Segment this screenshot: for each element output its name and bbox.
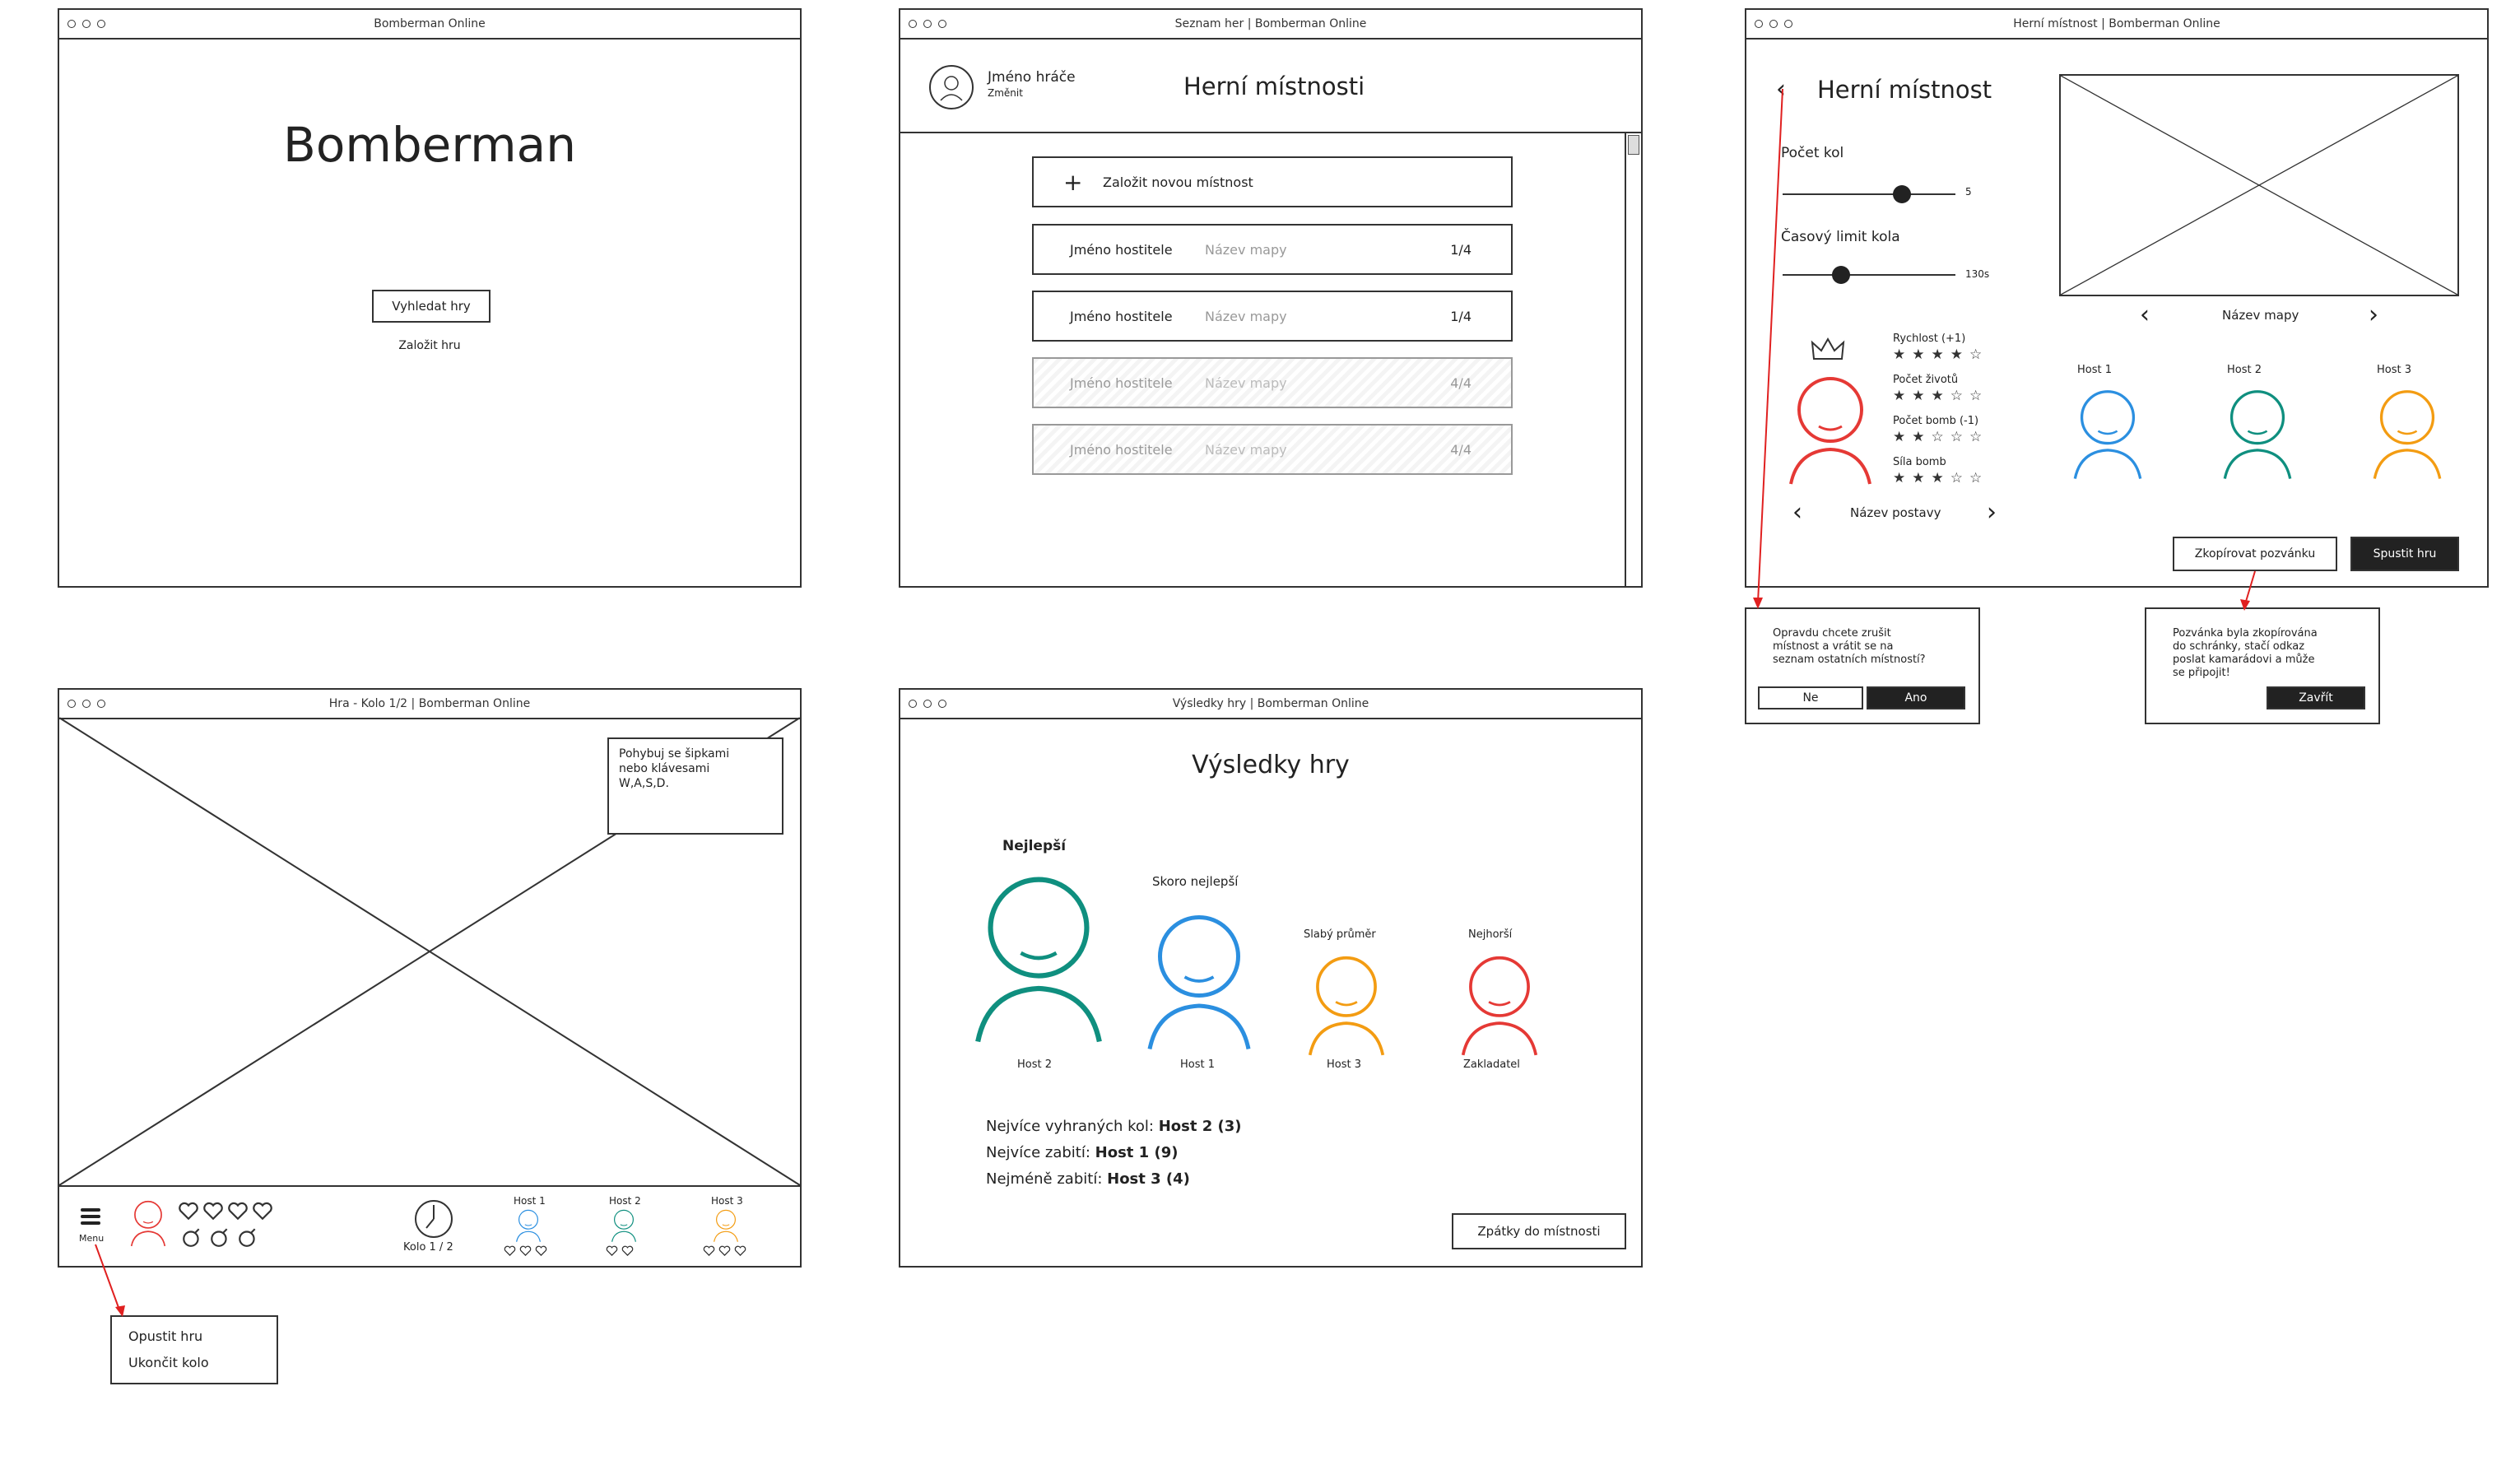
arrow-back-to-cancel-dialog xyxy=(1757,88,1783,603)
arrow-menu-to-dropdown xyxy=(95,1244,121,1313)
arrow-head xyxy=(1753,598,1763,609)
arrow-head xyxy=(2240,599,2250,611)
flow-arrows xyxy=(95,88,2256,1317)
arrow-copy-to-copied-dialog xyxy=(2244,570,2256,605)
arrow-head xyxy=(115,1305,125,1317)
